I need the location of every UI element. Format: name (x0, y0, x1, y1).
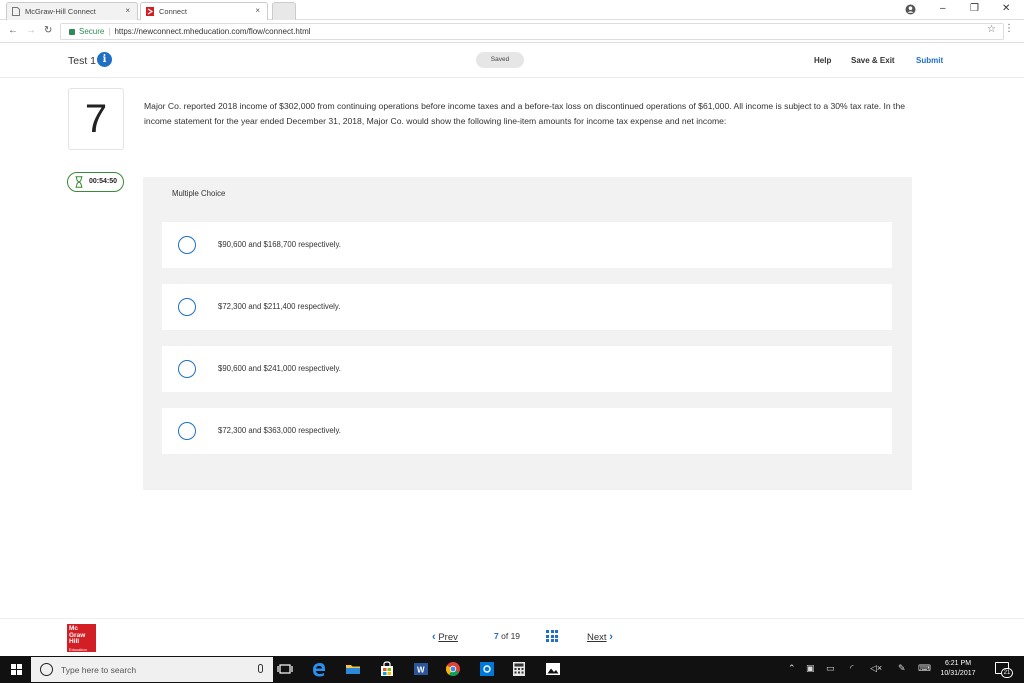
mcgraw-hill-education-logo: Mc Graw Hill Education (67, 624, 96, 652)
question-navigation-footer: Mc Graw Hill Education ‹ Prev 7 of 19 Ne… (0, 618, 1024, 656)
radio-button[interactable] (178, 236, 196, 254)
submit-button[interactable]: Submit (916, 56, 943, 65)
next-button[interactable]: Next › (587, 631, 613, 643)
help-button[interactable]: Help (814, 56, 831, 65)
answer-option-text: $72,300 and $363,000 respectively. (218, 426, 341, 435)
tab-title: McGraw-Hill Connect (25, 7, 96, 16)
url-text: https://newconnect.mheducation.com/flow/… (114, 27, 311, 36)
notification-count-badge: 21 (1001, 668, 1013, 678)
radio-button[interactable] (178, 298, 196, 316)
answer-option-text: $90,600 and $241,000 respectively. (218, 364, 341, 373)
chrome-icon[interactable] (445, 661, 461, 677)
next-label: Next (587, 632, 607, 643)
minimize-icon[interactable]: – (940, 3, 946, 14)
windows-taskbar: Type here to search W ⌃ ▣ ▭ ◜ ◁× ✎ ⌨ 6:2… (0, 656, 1024, 683)
answer-option-text: $72,300 and $211,400 respectively. (218, 302, 341, 311)
timer-value: 00:54:50 (89, 178, 118, 185)
pen-workspace-icon[interactable]: ✎ (898, 663, 906, 674)
new-tab-button[interactable] (272, 2, 296, 20)
battery-icon[interactable]: ▭ (826, 663, 835, 674)
wifi-icon[interactable]: ◜ (850, 663, 854, 674)
restore-icon[interactable]: ❐ (970, 3, 979, 14)
browser-tab-bar: McGraw-Hill Connect × Connect × – ❐ ✕ (0, 0, 1024, 20)
info-icon[interactable]: i (97, 52, 112, 67)
volume-icon[interactable]: ◁× (870, 663, 882, 674)
radio-button[interactable] (178, 422, 196, 440)
page-icon (12, 7, 20, 16)
logo-line: Education (69, 646, 87, 652)
tab-title: Connect (159, 7, 187, 16)
url-field[interactable]: Secure | https://newconnect.mheducation.co… (60, 23, 1004, 40)
clock-time: 6:21 PM (944, 660, 972, 667)
current-page: 7 (494, 631, 499, 641)
connect-logo-icon (146, 7, 154, 16)
test-title: Test 1 (68, 55, 97, 67)
total-pages: 19 (510, 631, 521, 641)
browser-menu-icon[interactable]: ⋮ (1004, 23, 1014, 34)
app-header: Test 1 i Saved Help Save & Exit Submit (0, 44, 1024, 78)
prev-label: Prev (438, 632, 458, 643)
logo-line: Hill (69, 638, 80, 645)
word-icon[interactable]: W (413, 661, 429, 677)
secure-label: Secure (79, 27, 105, 36)
chevron-right-icon: › (609, 631, 613, 643)
taskbar-search-input[interactable]: Type here to search (31, 657, 273, 682)
url-separator: | (108, 27, 111, 36)
page-indicator: 7 of 19 (494, 631, 520, 641)
task-view-icon[interactable] (277, 661, 293, 677)
chevron-left-icon: ‹ (432, 631, 436, 643)
saved-status-badge: Saved (476, 52, 524, 68)
clock-date: 10/31/2017 (940, 670, 976, 677)
user-profile-icon[interactable] (905, 4, 916, 15)
close-window-icon[interactable]: ✕ (1002, 3, 1010, 14)
answer-option-2[interactable]: $72,300 and $211,400 respectively. (162, 284, 892, 330)
answer-option-text: $90,600 and $168,700 respectively. (218, 240, 341, 249)
browser-tab-connect[interactable]: Connect × (140, 2, 268, 20)
keyboard-icon[interactable]: ⌨ (918, 663, 931, 674)
tablet-mode-icon[interactable]: ▣ (806, 663, 815, 674)
lock-icon (69, 28, 75, 35)
back-arrow-icon[interactable]: ← (8, 25, 18, 36)
cortana-icon (40, 663, 53, 676)
browser-tab-mcgraw-hill-connect[interactable]: McGraw-Hill Connect × (6, 2, 138, 20)
bookmark-star-icon[interactable]: ☆ (987, 24, 996, 35)
question-text: Major Co. reported 2018 income of $302,0… (144, 101, 906, 126)
photos-icon[interactable] (545, 661, 561, 677)
forward-arrow-icon[interactable]: → (26, 25, 36, 36)
prev-button[interactable]: ‹ Prev (432, 631, 458, 643)
outlook-icon[interactable] (479, 661, 495, 677)
windows-start-icon[interactable] (11, 664, 22, 675)
file-explorer-icon[interactable] (345, 661, 361, 677)
calculator-icon[interactable] (511, 661, 527, 677)
reload-icon[interactable]: ↻ (44, 25, 52, 36)
answer-option-4[interactable]: $72,300 and $363,000 respectively. (162, 408, 892, 454)
microphone-icon[interactable] (258, 664, 263, 673)
show-hidden-icons-icon[interactable]: ⌃ (788, 663, 796, 674)
hourglass-icon (75, 176, 83, 188)
edge-browser-icon[interactable] (311, 661, 327, 677)
timer-badge: 00:54:50 (67, 172, 124, 192)
question-type-label: Multiple Choice (172, 189, 226, 198)
of-label: of (501, 631, 509, 641)
store-icon[interactable] (379, 661, 395, 677)
save-exit-button[interactable]: Save & Exit (851, 56, 895, 65)
tab-close-icon[interactable]: × (125, 6, 130, 15)
search-placeholder: Type here to search (61, 665, 137, 675)
radio-button[interactable] (178, 360, 196, 378)
system-clock[interactable]: 6:21 PM 10/31/2017 (936, 659, 980, 679)
browser-address-bar: ← → ↻ Secure | https://newconnect.mheducat… (0, 20, 1024, 43)
answer-option-1[interactable]: $90,600 and $168,700 respectively. (162, 222, 892, 268)
multiple-choice-panel: Multiple Choice $90,600 and $168,700 res… (143, 177, 912, 490)
svg-text:W: W (417, 666, 425, 675)
question-number: 7 (68, 88, 124, 150)
question-grid-icon[interactable] (546, 630, 558, 642)
tab-close-icon[interactable]: × (255, 6, 260, 15)
answer-option-3[interactable]: $90,600 and $241,000 respectively. (162, 346, 892, 392)
